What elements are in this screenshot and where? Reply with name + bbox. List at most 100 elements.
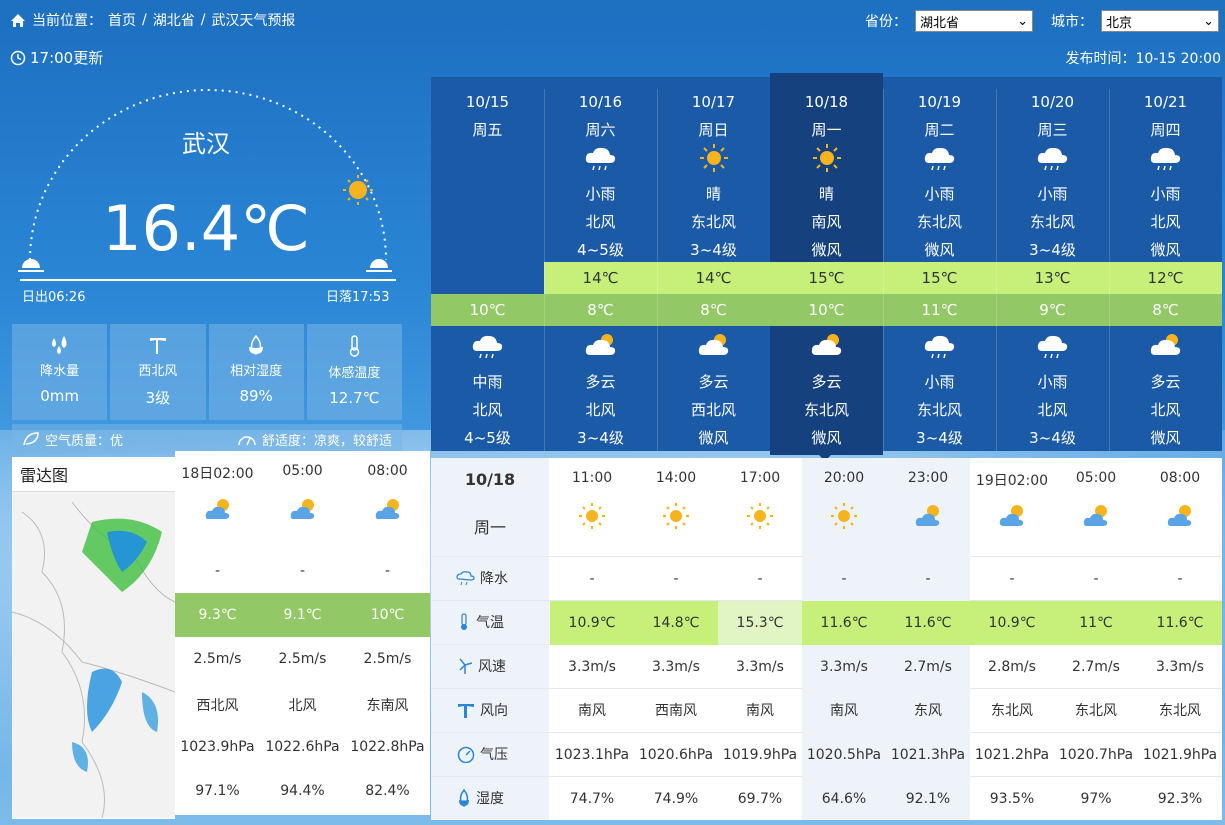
city-select-value: 北京	[1106, 15, 1133, 31]
air-quality-text: 空气质量：优	[45, 433, 124, 449]
clock-icon	[10, 50, 26, 65]
hourly-time: 05:00	[282, 463, 323, 479]
hourly-speed: 2.8m/s	[988, 659, 1036, 675]
row-label-text: 气压	[480, 747, 508, 763]
hourly-precip: -	[757, 571, 763, 587]
hourly-humidity: 64.6%	[821, 791, 867, 807]
hourly-time: 23:00	[907, 470, 949, 486]
update-time-text: 17:00更新	[30, 49, 104, 67]
pressure-row-label: 气压	[456, 744, 508, 764]
radar-map	[11, 492, 176, 819]
hourly-pressure: 1023.9hPa	[180, 739, 255, 755]
forecast-date: 10/21	[1143, 93, 1188, 111]
precipitation-stat: 降水量 0mm	[12, 324, 108, 420]
day-wind-level: 4~5级	[577, 241, 624, 259]
night-weather: 中雨	[472, 373, 503, 391]
hourly-humidity: 97.1%	[195, 783, 240, 799]
hourly-humidity: 69.7%	[737, 791, 783, 807]
wind-turbine-icon	[149, 338, 166, 354]
night-wind-level: 3~4级	[577, 429, 624, 447]
hourly-precip: -	[1093, 571, 1099, 587]
row-label-text: 气温	[476, 615, 504, 631]
thermometer-icon	[461, 613, 467, 630]
hourly-direction: 南风	[746, 703, 774, 719]
temp-row-label: 气温	[456, 612, 504, 632]
chevron-down-icon: ⌄	[1203, 13, 1214, 29]
water-drop-icon	[459, 789, 469, 807]
hourly-pressure: 1021.9hPa	[1142, 747, 1218, 763]
hourly-temp: 10.9℃	[970, 601, 1054, 645]
low-temp: 8℃	[587, 301, 614, 319]
hourly-temp: 15.3℃	[718, 601, 802, 645]
update-time: 17:00更新	[10, 47, 103, 68]
high-temp: 15℃	[921, 269, 958, 287]
hourly-direction: 东南风	[366, 698, 409, 714]
night-wind: 东北风	[916, 401, 962, 419]
day-wind-level: 微风	[811, 241, 842, 259]
wind-direction-icon	[458, 704, 474, 718]
rain-cloud-icon	[472, 335, 503, 359]
night-wind-level: 微风	[1150, 429, 1181, 447]
leaf-icon	[23, 432, 39, 446]
hourly-humidity: 97%	[1080, 791, 1112, 807]
hourly-time: 19日02:00	[975, 473, 1049, 489]
night-weather: 多云	[1150, 373, 1181, 391]
forecast-weekday: 周三	[1037, 121, 1068, 139]
hourly-precip: -	[1177, 571, 1183, 587]
thermometer-icon	[350, 335, 360, 357]
hourly-direction: 东北风	[991, 703, 1033, 719]
precip-row-label: 降水	[456, 568, 508, 588]
raindrops-icon	[51, 336, 67, 354]
day-weather: 晴	[705, 185, 721, 203]
rain-cloud-icon	[1037, 335, 1068, 359]
breadcrumb-separator: /	[142, 12, 147, 28]
wind-turbine-icon	[459, 658, 473, 674]
forecast-weekday: 周二	[924, 121, 955, 139]
night-weather: 小雨	[924, 373, 955, 391]
water-drop-icon	[249, 334, 264, 355]
hourly-date: 10/18	[464, 470, 516, 489]
breadcrumb-label: 当前位置：	[32, 13, 102, 29]
hourly-time: 17:00	[739, 470, 781, 486]
stat-label: 降水量	[40, 364, 80, 379]
breadcrumb-home-link[interactable]: 首页	[108, 10, 136, 30]
low-temp: 9℃	[1039, 301, 1066, 319]
hourly-time: 20:00	[823, 470, 865, 486]
stat-value: 0mm	[40, 387, 80, 405]
hourly-time: 08:00	[367, 463, 408, 479]
rain-cloud-icon	[1150, 147, 1181, 171]
night-wind-level: 4~5级	[464, 429, 511, 447]
day-weather: 小雨	[1150, 185, 1181, 203]
hourly-temp: 11.6℃	[1138, 601, 1222, 645]
hourly-speed: 2.5m/s	[278, 651, 327, 667]
sun-icon	[579, 503, 605, 529]
hourly-column: 23:00 - 11.6℃ 2.7m/s 东风 1021.3hPa 92.1%	[886, 458, 970, 820]
hourly-precip: -	[1009, 571, 1015, 587]
hourly-speed: 3.3m/s	[1156, 659, 1204, 675]
hourly-pressure: 1020.7hPa	[1058, 747, 1134, 763]
forecast-day-0[interactable]: 10/15 周五 中雨 北风 4~5级	[431, 77, 544, 451]
hourly-time: 05:00	[1075, 470, 1117, 486]
hourly-pressure: 1023.1hPa	[554, 747, 630, 763]
high-temp: 15℃	[808, 269, 845, 287]
rain-cloud-icon	[924, 335, 955, 359]
hourly-speed: 3.3m/s	[568, 659, 616, 675]
speed-row-label: 风速	[456, 656, 506, 676]
hourly-pressure: 1021.2hPa	[974, 747, 1050, 763]
hourly-speed: 3.3m/s	[652, 659, 700, 675]
hourly-column: 11:00 - 10.9℃ 3.3m/s 南风 1023.1hPa 74.7%	[550, 458, 634, 820]
radar-panel[interactable]: 雷达图	[11, 457, 176, 819]
hourly-weekday: 周一	[473, 518, 506, 537]
direction-row-label: 风向	[456, 700, 508, 720]
province-select[interactable]: 湖北省 ⌄	[915, 10, 1033, 32]
day-weather: 小雨	[585, 185, 616, 203]
forecast-weekday: 周四	[1150, 121, 1181, 139]
stat-value: 3级	[145, 389, 171, 407]
hourly-humidity: 92.1%	[905, 791, 951, 807]
partly-cloudy-icon	[811, 334, 842, 355]
breadcrumb-province-link[interactable]: 湖北省	[153, 10, 195, 30]
forecast-date: 10/16	[578, 93, 623, 111]
city-select[interactable]: 北京 ⌄	[1101, 10, 1219, 32]
partly-cloudy-icon	[375, 499, 400, 519]
day-wind-level: 3~4级	[690, 241, 737, 259]
